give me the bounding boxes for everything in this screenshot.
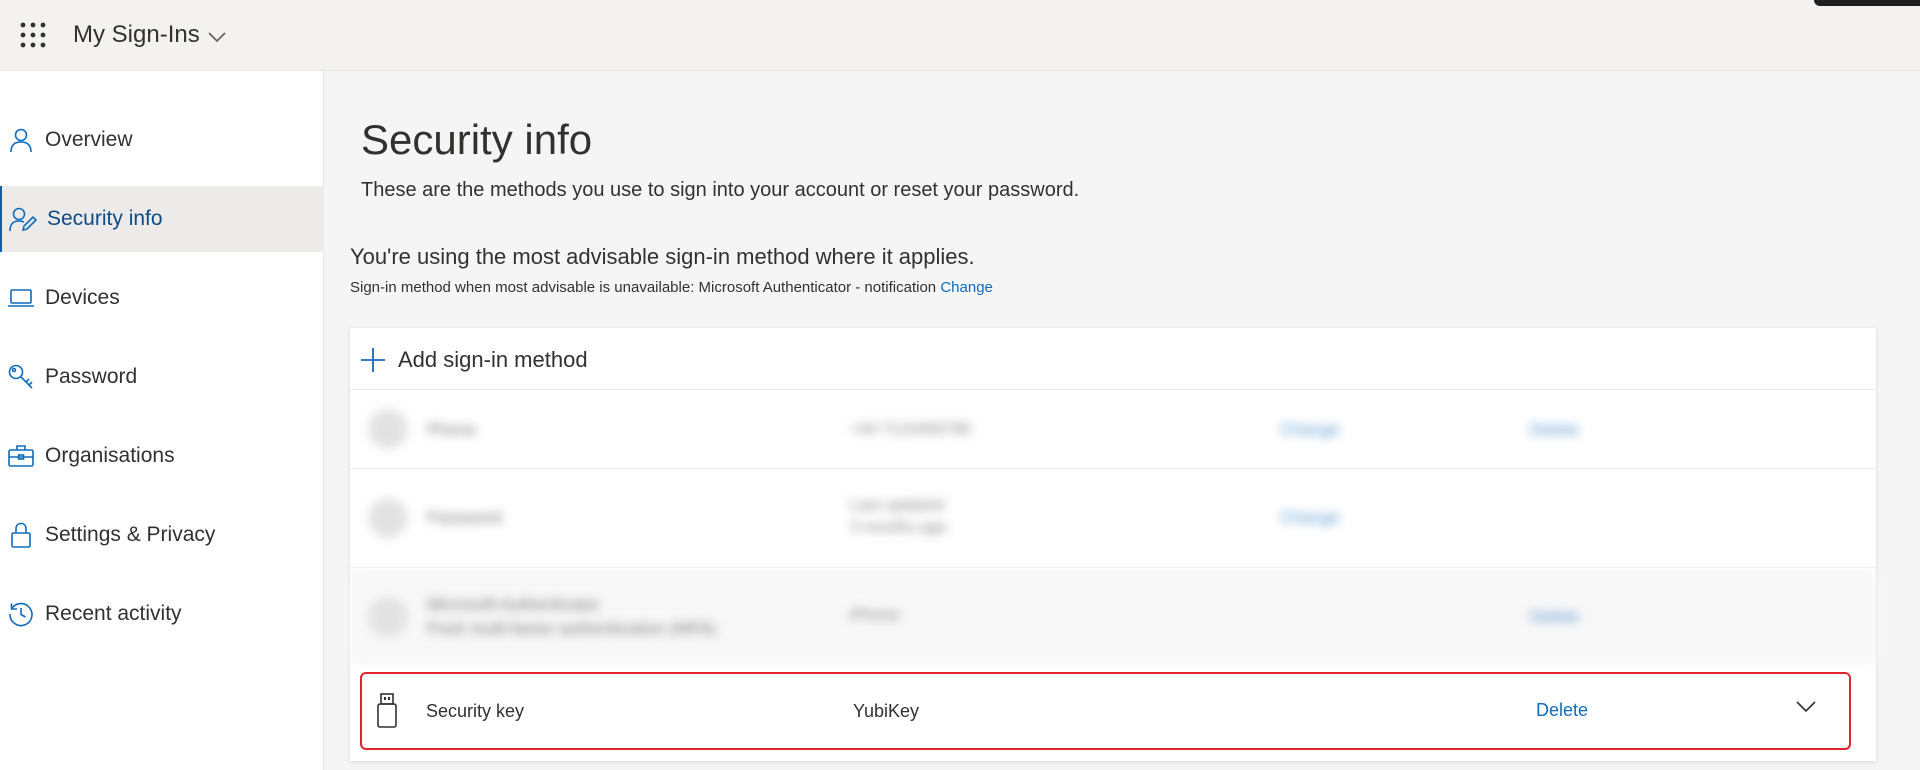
sidebar-item-label: Organisations xyxy=(45,444,175,467)
method-name-secondary: Push multi-factor authentication (MFA) xyxy=(427,619,717,638)
sidebar-item-label: Password xyxy=(45,365,138,388)
method-name: Security key xyxy=(426,701,525,721)
lock-icon xyxy=(7,521,35,549)
sidebar: Overview Security info Devices Password … xyxy=(0,71,324,770)
method-detail-secondary: 3 months ago xyxy=(850,519,947,536)
method-row-blurred: Phone +44 7123456789 Change Delete xyxy=(350,390,1876,468)
laptop-icon xyxy=(7,284,35,312)
password-icon xyxy=(368,498,408,538)
app-title-switcher[interactable]: My Sign-Ins xyxy=(73,21,226,49)
sidebar-item-settings-privacy[interactable]: Settings & Privacy xyxy=(0,502,324,568)
page-subtitle: These are the methods you use to sign in… xyxy=(361,179,1080,201)
method-row-blurred: Password Last updated: 3 months ago Chan… xyxy=(350,469,1876,567)
default-method-text: Sign-in method when most advisable is un… xyxy=(350,279,937,296)
main-content: Security info These are the methods you … xyxy=(325,71,1920,770)
method-detail: +44 7123456789 xyxy=(850,421,971,438)
sidebar-item-password[interactable]: Password xyxy=(0,344,324,410)
account-corner-tab xyxy=(1814,0,1920,6)
sidebar-item-recent-activity[interactable]: Recent activity xyxy=(0,581,324,647)
method-name: Phone xyxy=(427,420,477,439)
change-default-method-link[interactable]: Change xyxy=(940,279,993,296)
default-method-line: Sign-in method when most advisable is un… xyxy=(350,279,993,296)
page-title: Security info xyxy=(361,116,593,163)
sidebar-item-devices[interactable]: Devices xyxy=(0,265,324,331)
sidebar-item-label: Security info xyxy=(47,207,163,230)
sidebar-item-label: Devices xyxy=(45,286,120,309)
phone-icon xyxy=(368,409,408,449)
authenticator-icon xyxy=(368,597,408,637)
advisable-method-notice: You're using the most advisable sign-in … xyxy=(350,244,975,269)
top-bar: My Sign-Ins xyxy=(0,0,1920,71)
sidebar-item-label: Settings & Privacy xyxy=(45,523,216,546)
add-sign-in-method-button[interactable]: Add sign-in method xyxy=(360,342,588,378)
sidebar-item-label: Overview xyxy=(45,128,133,151)
change-link[interactable]: Change xyxy=(1280,420,1340,440)
history-icon xyxy=(7,600,35,628)
key-icon xyxy=(7,363,35,391)
plus-icon xyxy=(361,348,385,372)
add-sign-in-method-label: Add sign-in method xyxy=(398,347,588,372)
method-detail: YubiKey xyxy=(853,701,920,721)
sidebar-item-label: Recent activity xyxy=(45,602,182,625)
method-detail: Last updated: xyxy=(850,497,947,514)
person-icon xyxy=(7,126,35,154)
chevron-down-icon xyxy=(208,31,226,42)
method-row-security-key[interactable]: Security key YubiKey Delete xyxy=(360,672,1851,750)
delete-link[interactable]: Delete xyxy=(1530,607,1579,627)
waffle-grid-icon[interactable] xyxy=(20,22,46,48)
method-row-blurred: Microsoft Authenticator Push multi-facto… xyxy=(350,568,1876,666)
method-name: Microsoft Authenticator xyxy=(427,595,600,614)
method-detail: iPhone xyxy=(850,607,900,624)
method-name: Password xyxy=(427,508,502,527)
sidebar-item-security-info[interactable]: Security info xyxy=(0,186,324,252)
sidebar-item-overview[interactable]: Overview xyxy=(0,107,324,173)
change-link[interactable]: Change xyxy=(1280,508,1340,528)
delete-link[interactable]: Delete xyxy=(1530,420,1579,440)
delete-security-key-link[interactable]: Delete xyxy=(1536,700,1588,721)
person-edit-icon xyxy=(9,205,37,233)
app-title: My Sign-Ins xyxy=(73,21,200,48)
sidebar-item-organisations[interactable]: Organisations xyxy=(0,423,324,489)
usb-key-icon xyxy=(376,693,398,734)
chevron-down-icon[interactable] xyxy=(1796,700,1816,718)
briefcase-icon xyxy=(7,442,35,470)
